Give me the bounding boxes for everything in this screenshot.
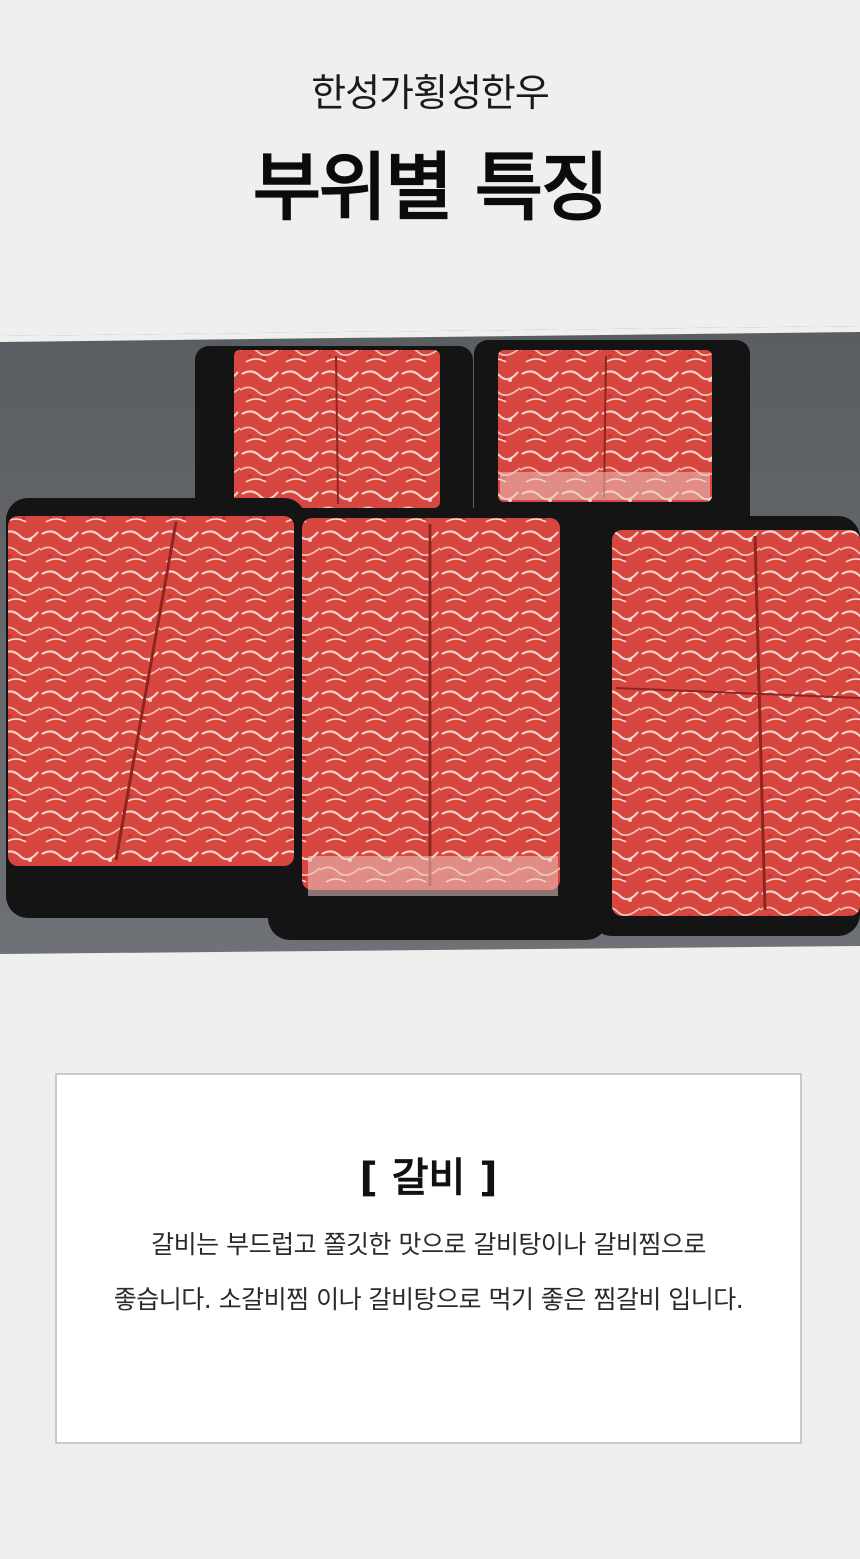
cut-heading: [ 갈비 ] bbox=[359, 1155, 498, 1201]
cut-description-card: [ 갈비 ] 갈비는 부드럽고 쫄깃한 맛으로 갈비탕이나 갈비찜으로 좋습니다… bbox=[55, 1073, 802, 1444]
description-line-2: 좋습니다. 소갈비찜 이나 갈비탕으로 먹기 좋은 찜갈비 입니다. bbox=[113, 1285, 744, 1314]
description-line-1: 갈비는 부드럽고 쫄깃한 맛으로 갈비탕이나 갈비찜으로 bbox=[151, 1230, 706, 1259]
page-title: 부위별 특징 bbox=[252, 145, 609, 231]
galbi-product-photo bbox=[0, 326, 860, 954]
brand-subtitle: 한성가횡성한우 bbox=[311, 71, 550, 115]
